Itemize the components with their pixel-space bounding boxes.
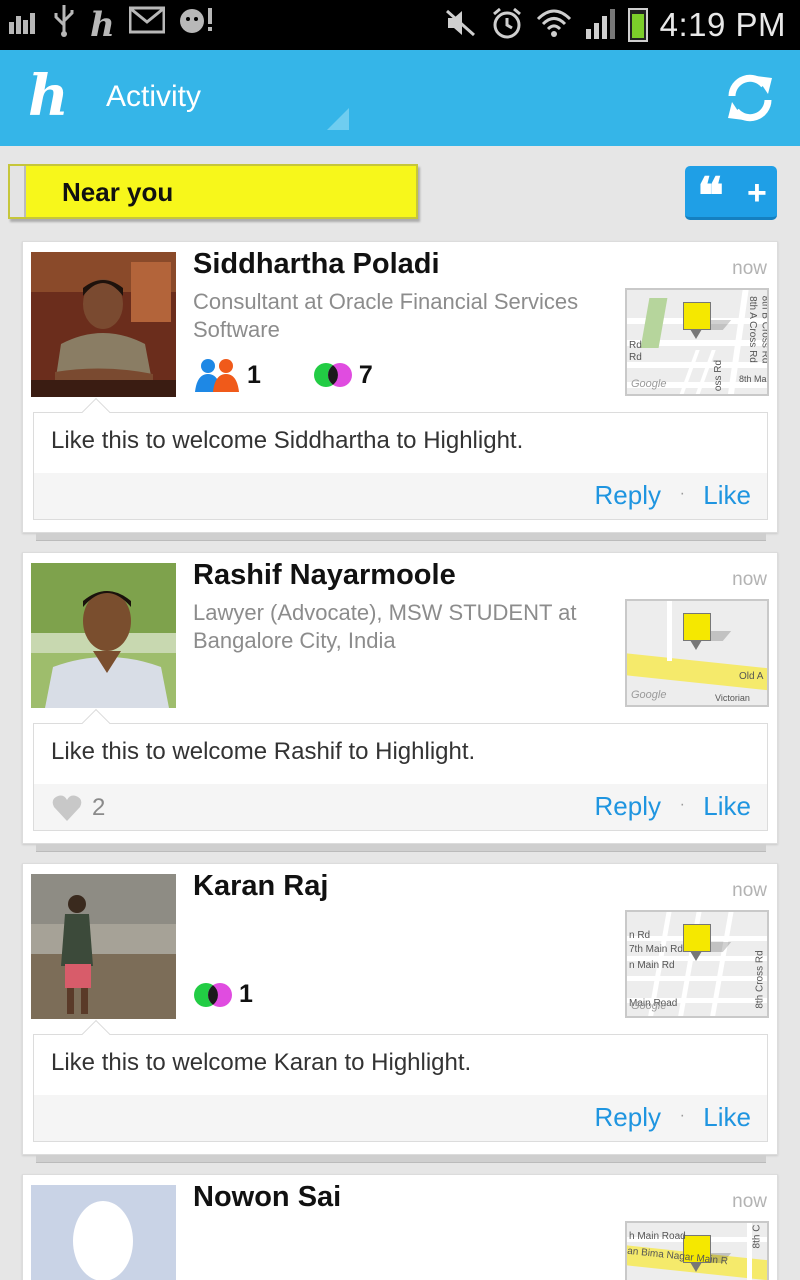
avatar[interactable] [31, 1185, 176, 1280]
user-name[interactable]: Siddhartha Poladi [193, 248, 440, 281]
like-button[interactable]: Like [703, 1102, 751, 1133]
like-count-value: 2 [92, 794, 106, 821]
reply-button[interactable]: Reply [595, 791, 661, 822]
compose-quote-button[interactable]: ❝ + [685, 166, 777, 225]
map-label: 8th A Cross Rd [746, 296, 758, 363]
feed-card[interactable]: Rashif Nayarmoole now Lawyer (Advocate),… [22, 552, 778, 844]
comment-text: Like this to welcome Rashif to Highlight… [51, 738, 476, 765]
map-pin-icon [683, 302, 711, 339]
mutual-friends-count: 1 [247, 360, 261, 389]
reply-button[interactable]: Reply [595, 1102, 661, 1133]
map-attribution: Google [631, 378, 667, 390]
map-label: Old A [739, 671, 764, 682]
map-attribution: Google [631, 1000, 667, 1012]
feed-card[interactable]: Siddhartha Poladi now Consultant at Orac… [22, 241, 778, 533]
avatar[interactable] [31, 874, 176, 1019]
dropdown-indicator-icon [327, 108, 349, 130]
user-headline: Consultant at Oracle Financial Services … [193, 289, 579, 342]
pig-alert-icon [179, 5, 215, 45]
action-bar: h Activity [0, 50, 800, 146]
map-label: oss Rd [713, 359, 725, 392]
map-label: n Rd [629, 930, 651, 941]
mutual-friends-icon [195, 359, 239, 392]
common-interests-stat[interactable]: 7 [313, 361, 373, 390]
bar-chart-icon [8, 6, 38, 44]
location-map[interactable]: 8th B Cross Rd 8th A Cross Rd Rd Rd oss … [625, 288, 769, 396]
reply-button[interactable]: Reply [595, 480, 661, 511]
signal-icon [584, 7, 616, 44]
common-interests-icon [313, 363, 352, 387]
comment-text: Like this to welcome Karan to Highlight. [51, 1049, 472, 1076]
highlight-app-icon: h [90, 5, 115, 45]
common-interests-count: 7 [358, 360, 373, 389]
map-label: n Main Rd [629, 960, 675, 971]
common-interests-stat[interactable]: 1 [193, 980, 253, 1009]
filter-tab-handle [10, 166, 26, 217]
app-logo[interactable]: h [28, 64, 69, 128]
refresh-icon[interactable] [722, 70, 778, 126]
map-pin-icon [683, 613, 711, 650]
map-label: 8th C [751, 1224, 763, 1249]
timestamp: now [732, 880, 767, 901]
quote-plus-icon: ❝ [697, 166, 724, 225]
user-stats: 1 7 [193, 358, 419, 392]
user-stats: 1 [193, 980, 299, 1009]
mutual-friends-stat[interactable]: 1 [193, 358, 261, 392]
map-label: 8th Cross Rd [754, 950, 766, 1009]
user-name[interactable]: Nowon Sai [193, 1181, 341, 1214]
comment-actions: 2 Reply · Like [34, 784, 767, 830]
avatar[interactable] [31, 563, 176, 708]
common-interests-count: 1 [239, 980, 253, 1008]
map-label: 8th Main [739, 374, 769, 384]
map-label: 8th B Cross Rd [759, 295, 769, 364]
usb-icon [52, 3, 76, 47]
welcome-comment: Like this to welcome Karan to Highlight.… [33, 1019, 768, 1142]
like-count[interactable]: 2 [52, 794, 105, 822]
feed-card[interactable]: Karan Raj now 1 n Rd 7th Main Rd n Main … [22, 863, 778, 1155]
map-label: h Main Road [629, 1231, 686, 1242]
user-headline: Lawyer (Advocate), MSW STUDENT at Bangal… [193, 600, 577, 653]
welcome-comment: Like this to welcome Siddhartha to Highl… [33, 397, 768, 520]
battery-charging-icon [627, 8, 648, 42]
timestamp: now [732, 1191, 767, 1212]
map-label: 7th Main Rd [629, 944, 683, 955]
user-name[interactable]: Rashif Nayarmoole [193, 559, 456, 592]
avatar[interactable] [31, 252, 176, 397]
user-name[interactable]: Karan Raj [193, 870, 328, 903]
wifi-icon [536, 7, 572, 44]
like-button[interactable]: Like [703, 480, 751, 511]
map-label: Rd [629, 340, 642, 351]
filter-label: Near you [62, 177, 174, 207]
map-label: Rd [629, 352, 642, 363]
page-title[interactable]: Activity [106, 80, 201, 114]
filter-near-you[interactable]: Near you [8, 164, 418, 219]
location-map[interactable]: n Rd 7th Main Rd n Main Rd 8th Cross Rd … [625, 910, 769, 1018]
welcome-comment: Like this to welcome Rashif to Highlight… [33, 708, 768, 831]
alarm-icon [490, 6, 524, 45]
comment-actions: Reply · Like [34, 473, 767, 519]
feed-card[interactable]: Nowon Sai now h Main Road an Bima Nagar … [22, 1174, 778, 1280]
timestamp: now [732, 258, 767, 279]
clock: 4:19 PM [659, 6, 786, 43]
location-map[interactable]: Old A Victorian Google [625, 599, 769, 707]
mute-icon [444, 8, 478, 43]
gmail-icon [128, 6, 166, 44]
like-button[interactable]: Like [703, 791, 751, 822]
status-bar: h 4:19 PM [0, 0, 800, 50]
heart-icon [52, 795, 82, 821]
map-label: Victorian [715, 693, 750, 703]
comment-actions: Reply · Like [34, 1095, 767, 1141]
map-attribution: Google [631, 689, 667, 701]
timestamp: now [732, 569, 767, 590]
comment-text: Like this to welcome Siddhartha to Highl… [51, 427, 524, 454]
common-interests-icon [194, 982, 232, 1007]
map-pin-icon [683, 924, 711, 961]
location-map[interactable]: h Main Road an Bima Nagar Main R 8th C [625, 1221, 769, 1280]
